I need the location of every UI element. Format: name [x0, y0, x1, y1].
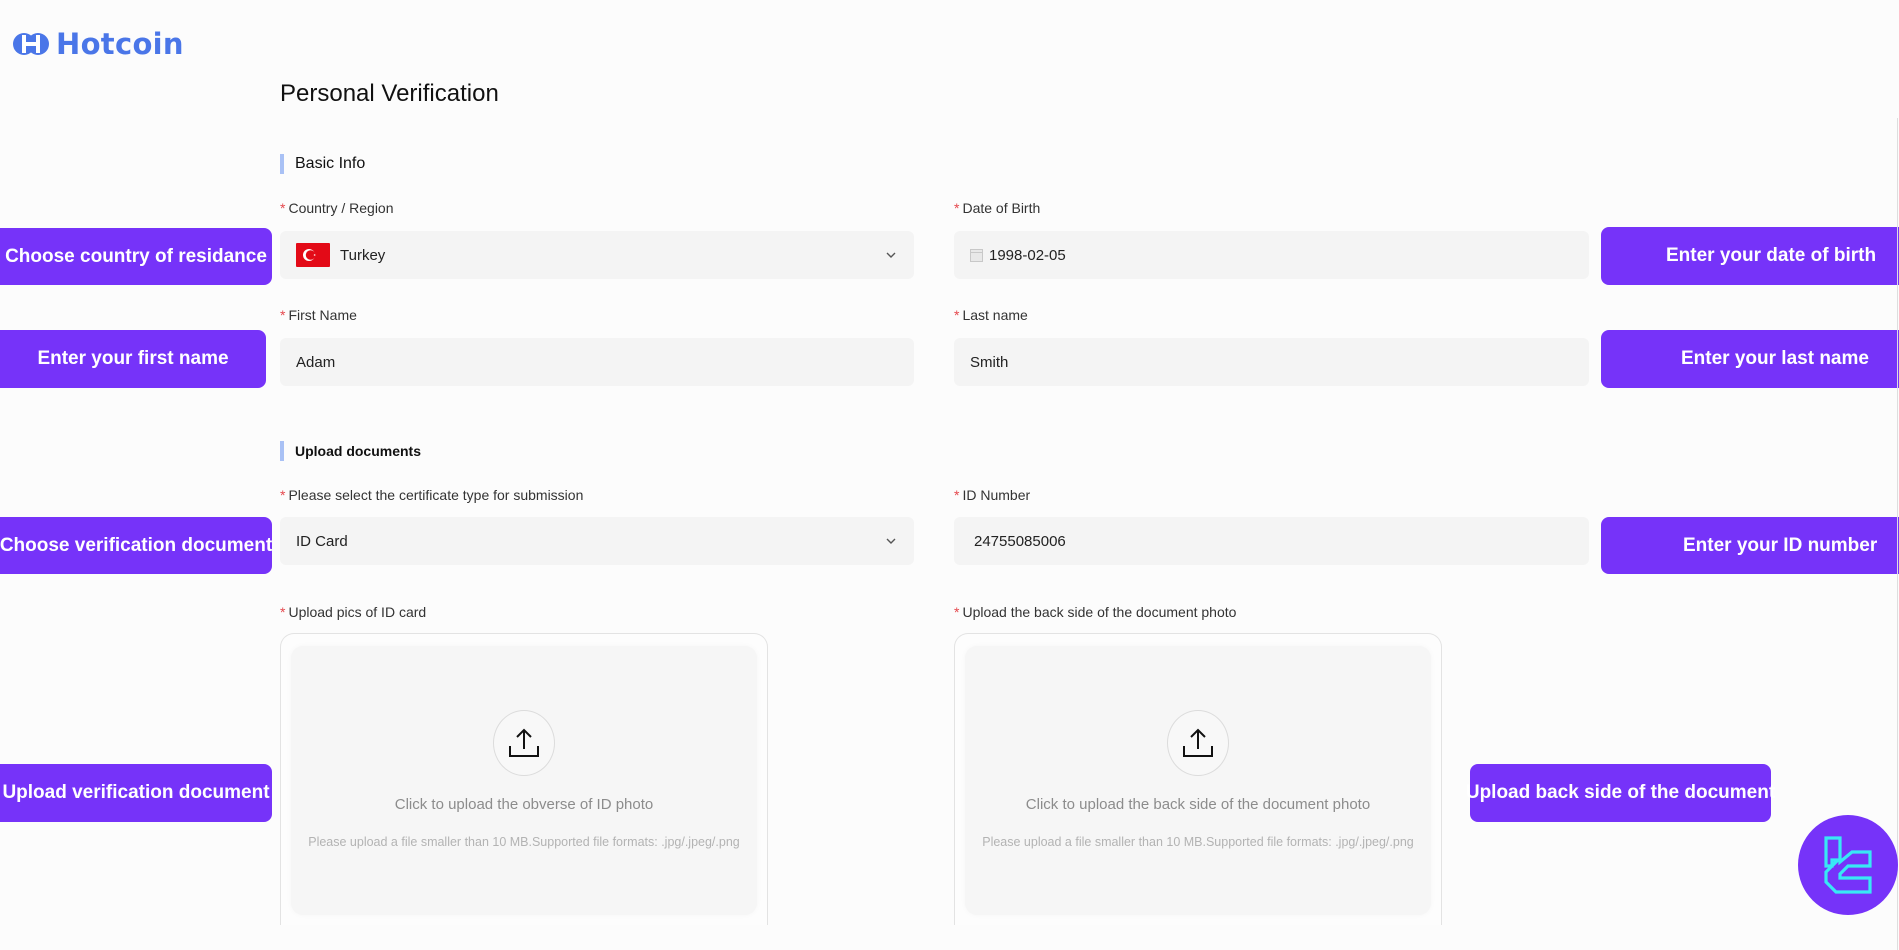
first-name-value: Adam	[296, 353, 336, 371]
id-number-input[interactable]: 24755085006	[954, 517, 1589, 565]
callout-id-number: Enter your ID number	[1601, 517, 1899, 574]
section-accent-bar	[280, 441, 284, 461]
tradingfinder-watermark-icon	[1798, 815, 1898, 915]
last-name-label: * Last name	[954, 307, 1028, 323]
country-select[interactable]: Turkey	[280, 231, 914, 279]
page-title: Personal Verification	[280, 80, 499, 107]
callout-upload-back: Upload back side of the document	[1466, 764, 1775, 822]
callout-first-name: Enter your first name	[0, 330, 266, 388]
upload-button[interactable]	[1167, 710, 1229, 776]
required-marker: *	[954, 487, 960, 503]
upload-back-dropzone[interactable]: Click to upload the back side of the doc…	[954, 633, 1442, 925]
upload-back-title: Click to upload the back side of the doc…	[1025, 796, 1371, 813]
upload-back-label-text: Upload the back side of the document pho…	[962, 604, 1237, 620]
upload-back-hint: Please upload a file smaller than 10 MB.…	[982, 835, 1414, 849]
required-marker: *	[280, 487, 286, 503]
dob-label: * Date of Birth	[954, 200, 1040, 216]
upload-front-area[interactable]: Click to upload the obverse of ID photo …	[291, 646, 757, 915]
section-basic-info: Basic Info	[280, 154, 365, 174]
required-marker: *	[280, 604, 286, 620]
upload-front-dropzone[interactable]: Click to upload the obverse of ID photo …	[280, 633, 768, 925]
upload-front-hint: Please upload a file smaller than 10 MB.…	[308, 835, 740, 849]
country-label-text: Country / Region	[288, 200, 394, 216]
calendar-icon	[970, 248, 983, 262]
upload-front-title: Click to upload the obverse of ID photo	[394, 796, 654, 813]
section-upload-documents: Upload documents	[280, 441, 421, 461]
certificate-type-label: * Please select the certificate type for …	[280, 487, 583, 503]
upload-front-label: * Upload pics of ID card	[280, 604, 426, 620]
dob-value: 1998-02-05	[989, 246, 1066, 264]
callout-upload: Upload verification document	[0, 764, 272, 822]
upload-back-area[interactable]: Click to upload the back side of the doc…	[965, 646, 1431, 915]
callout-dob: Enter your date of birth	[1601, 227, 1899, 285]
upload-button[interactable]	[493, 710, 555, 776]
last-name-label-text: Last name	[962, 307, 1028, 323]
required-marker: *	[954, 307, 960, 323]
id-number-label-text: ID Number	[962, 487, 1031, 503]
id-number-label: * ID Number	[954, 487, 1030, 503]
scrollbar[interactable]	[1897, 118, 1898, 950]
country-label: * Country / Region	[280, 200, 394, 216]
required-marker: *	[280, 307, 286, 323]
first-name-label-text: First Name	[288, 307, 357, 323]
upload-back-label: * Upload the back side of the document ph…	[954, 604, 1236, 620]
upload-icon	[1183, 728, 1213, 757]
callout-document: Choose verification document	[0, 517, 272, 574]
callout-country: Choose country of residance	[0, 228, 272, 285]
upload-front-label-text: Upload pics of ID card	[288, 604, 427, 620]
chevron-down-icon	[886, 252, 896, 258]
turkey-flag-icon	[296, 243, 330, 267]
upload-icon	[509, 728, 539, 757]
certificate-type-select[interactable]: ID Card	[280, 517, 914, 565]
hotcoin-logo-icon	[13, 33, 49, 55]
id-number-value: 24755085006	[974, 532, 1066, 550]
section-title: Basic Info	[295, 155, 366, 172]
certificate-type-value: ID Card	[296, 532, 348, 550]
dob-label-text: Date of Birth	[962, 200, 1041, 216]
chevron-down-icon	[886, 538, 896, 544]
section-accent-bar	[280, 154, 284, 174]
section-title: Upload documents	[295, 443, 422, 459]
country-value: Turkey	[340, 246, 386, 264]
callout-last-name: Enter your last name	[1601, 330, 1899, 388]
hotcoin-logo[interactable]: Hotcoin	[12, 27, 184, 61]
certificate-type-label-text: Please select the certificate type for s…	[288, 487, 584, 503]
required-marker: *	[954, 200, 960, 216]
required-marker: *	[954, 604, 960, 620]
dob-input[interactable]: 1998-02-05	[954, 231, 1589, 279]
first-name-input[interactable]: Adam	[280, 338, 914, 386]
last-name-input[interactable]: Smith	[954, 338, 1589, 386]
brand-name: Hotcoin	[56, 27, 184, 61]
required-marker: *	[280, 200, 286, 216]
last-name-value: Smith	[970, 353, 1009, 371]
first-name-label: * First Name	[280, 307, 357, 323]
